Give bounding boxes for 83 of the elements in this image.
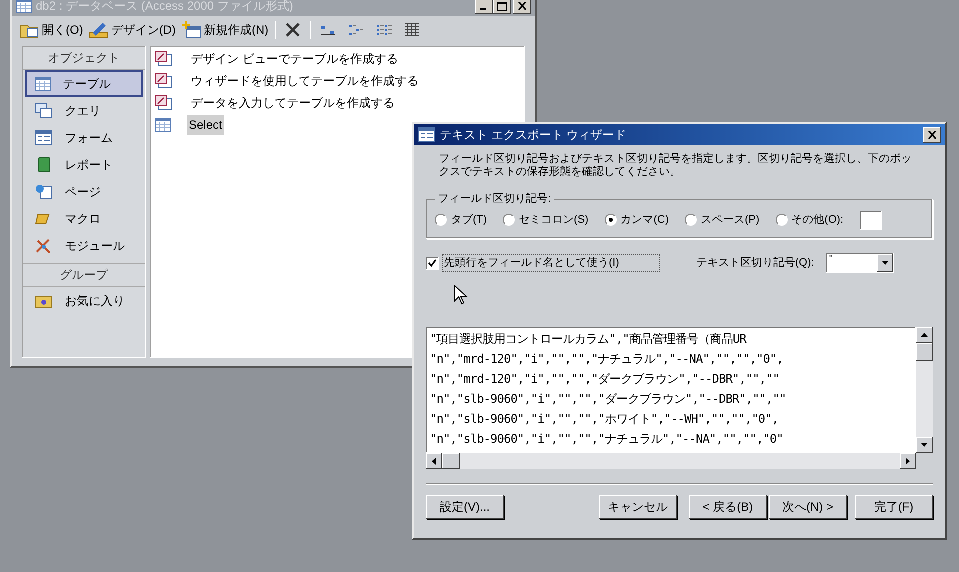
sidebar-header: グループ (23, 263, 145, 287)
scroll-left-button[interactable] (426, 453, 442, 469)
minimize-button[interactable] (475, 0, 493, 14)
preview-row-text: "n","mrd-120","i","","","ダークブラウン","--DBR","","" (430, 371, 780, 388)
object-list-item[interactable]: データを入力してテーブルを作成する (155, 92, 520, 114)
sidebar-item[interactable]: テーブル (25, 70, 143, 97)
window-title: db2 : データベース (Access 2000 ファイル形式) (36, 0, 294, 15)
close-icon (928, 130, 936, 138)
radio-button[interactable] (776, 214, 788, 226)
table-wizard-icon (155, 51, 173, 67)
table-wizard-icon (155, 73, 173, 89)
details-icon (404, 23, 420, 37)
dropdown-button[interactable] (877, 254, 894, 272)
maximize-button[interactable] (493, 0, 511, 14)
dialog-button[interactable]: 次へ(N) > (769, 495, 847, 519)
scroll-down-button[interactable] (916, 437, 933, 453)
scroll-right-button[interactable] (900, 453, 916, 469)
form-icon (35, 130, 53, 146)
radio-option[interactable]: その他(O): (776, 212, 844, 228)
object-list-item[interactable]: ウィザードを使用してテーブルを作成する (155, 70, 520, 92)
object-list-item[interactable]: デザイン ビューでテーブルを作成する (155, 48, 520, 70)
ruler-pencil-icon (89, 21, 110, 39)
tools-icon (35, 238, 53, 254)
preview-row-text: "項目選択肢用コントロールカラム","商品管理番号（商品UR (430, 331, 748, 348)
radio-button[interactable] (503, 214, 516, 226)
scroll-up-button[interactable] (916, 327, 933, 343)
radio-button[interactable] (685, 214, 697, 226)
dialog-button[interactable]: キャンセル (599, 495, 677, 519)
preview-row-text: "n","slb-9060","i","","","ダークブラウン","--DBR","","" (430, 391, 788, 408)
table-icon (155, 118, 171, 132)
instruction-text: フィールド区切り記号およびテキスト区切り記号を指定します。区切り記号を選択し、下のボックスでテキストの保存形態を確認してください。 (438, 153, 913, 179)
sidebar-item[interactable]: フォーム (25, 124, 143, 151)
dialog-button[interactable]: < 戻る(B) (689, 495, 767, 519)
window-title: テキスト エクスポート ウィザード (440, 126, 627, 144)
radio-option[interactable]: カンマ(C) (604, 212, 669, 228)
list-icon (376, 24, 392, 36)
other-delimiter-field[interactable] (860, 210, 882, 230)
scroll-thumb[interactable] (442, 453, 460, 469)
database-icon (16, 0, 32, 13)
stacked-tables-icon (35, 102, 53, 118)
toolbar-button[interactable]: 新規作成(N) (182, 21, 269, 39)
radio-button[interactable] (435, 214, 447, 226)
checkmark-icon (428, 259, 437, 267)
radio-option[interactable]: スペース(P) (685, 212, 760, 228)
small-icons-icon (348, 24, 364, 36)
form-icon (418, 126, 436, 142)
checkbox[interactable] (426, 256, 439, 270)
sidebar-item[interactable]: ページ (25, 178, 143, 205)
close-button[interactable] (923, 126, 941, 142)
down-arrow-icon (921, 443, 928, 447)
preview-row-text: "n","mrd-120","i","","","ナチュラル","--NA","","","0", (430, 351, 784, 368)
sidebar-item[interactable]: お気に入り (25, 287, 143, 314)
preview-row-text: "n","slb-9060","i","","","ナチュラル","--NA","","","0" (430, 431, 784, 448)
close-icon (518, 2, 526, 10)
new-table-icon (182, 21, 202, 39)
preview-row-text: "n","slb-9060","i","","","ホワイト","--WH","","","0", (430, 411, 780, 428)
settings-button[interactable]: 設定(V)... (426, 495, 504, 519)
radio-option[interactable]: セミコロン(S) (503, 212, 589, 228)
sidebar-item[interactable]: マクロ (25, 205, 143, 232)
maximize-icon (497, 2, 507, 10)
page-globe-icon (35, 184, 53, 200)
table-wizard-icon (155, 95, 173, 111)
scroll-thumb[interactable] (916, 343, 933, 361)
dialog-button[interactable]: 完了(F) (855, 495, 933, 519)
table-icon (35, 76, 51, 90)
radio-option[interactable]: タブ(T) (435, 212, 488, 228)
close-icon (284, 22, 301, 38)
large-icons-icon (320, 24, 336, 36)
up-arrow-icon (921, 333, 928, 337)
mouse-cursor-icon (454, 285, 468, 305)
sidebar-item[interactable]: レポート (25, 151, 143, 178)
toolbar-button[interactable]: 開く(O) (20, 21, 84, 39)
left-arrow-icon (432, 458, 436, 464)
qualifier-dropdown[interactable]: " (826, 253, 894, 273)
radio-button[interactable] (604, 214, 617, 226)
caret-icon (882, 261, 889, 265)
sidebar-item[interactable]: クエリ (25, 97, 143, 124)
sidebar-item[interactable]: モジュール (25, 232, 143, 259)
group-box-label: フィールド区切り記号: (435, 192, 554, 206)
toolbar-button[interactable]: デザイン(D) (89, 21, 176, 39)
right-arrow-icon (906, 458, 910, 464)
field-label: テキスト区切り記号(Q): (696, 256, 814, 271)
close-button[interactable] (513, 0, 531, 14)
